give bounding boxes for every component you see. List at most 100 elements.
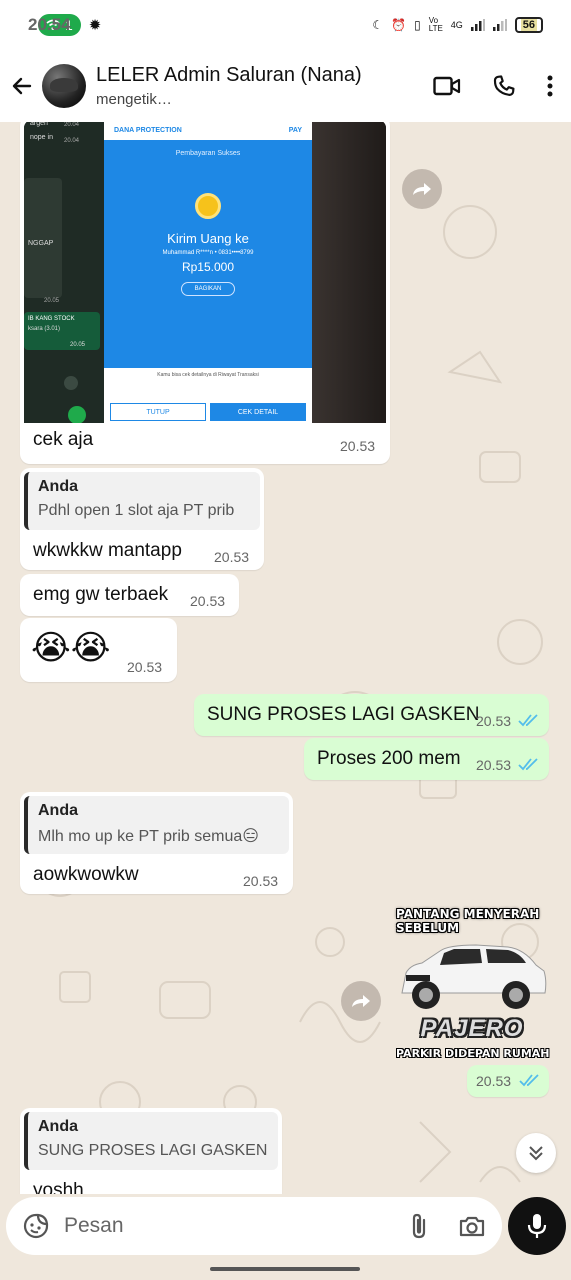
signal-2-icon: [492, 19, 507, 31]
attachment-icon[interactable]: [408, 1212, 430, 1240]
message-composer: Pesan: [6, 1197, 502, 1255]
emoji-text: 😭😭: [31, 629, 111, 667]
network-label: 4G: [450, 20, 463, 30]
message-time: 20.53: [476, 713, 512, 729]
message-time: 20.53: [190, 593, 226, 609]
scroll-to-bottom-button[interactable]: [516, 1133, 556, 1173]
side-text: argeh: [30, 122, 48, 127]
do-not-disturb-icon: ☾: [372, 18, 384, 32]
quote-text: SUNG PROSES LAGI GASKEN: [38, 1142, 268, 1159]
status-time: 20.54: [28, 15, 71, 34]
side-text: NGGAP: [28, 240, 54, 247]
receipt-note: Kamu bisa cek detailnya di Riwayat Trans…: [104, 368, 312, 383]
side-text: IB KANG STOCK: [28, 316, 75, 322]
message-bubble-incoming[interactable]: 😭😭 20.53: [20, 618, 177, 682]
receipt-heading: Kirim Uang ke: [167, 231, 249, 246]
camera-icon[interactable]: [458, 1214, 486, 1238]
forward-icon: [413, 183, 431, 195]
message-input[interactable]: Pesan: [64, 1214, 408, 1238]
message-text: emg gw terbaek: [33, 584, 169, 605]
message-text: yoshh: [33, 1180, 84, 1194]
sticker-brand-text: PAJERO: [420, 1015, 524, 1042]
quoted-message[interactable]: Anda Mlh mo up ke PT prib semua😑: [24, 796, 289, 854]
alarm-icon: ⏰: [391, 18, 407, 32]
success-icon: [195, 193, 221, 219]
voice-record-button[interactable]: [508, 1197, 566, 1255]
avatar[interactable]: [42, 64, 86, 108]
sticker-time-bubble: 20.53: [467, 1065, 549, 1097]
message-bubble-outgoing[interactable]: SUNG PROSES LAGI GASKEN 20.53: [194, 694, 549, 736]
payment-receipt: DANA PROTECTION PAY Pembayaran Sukses Ki…: [104, 122, 312, 423]
phone-call-icon[interactable]: [491, 73, 517, 99]
typing-status: mengetik…: [96, 91, 172, 108]
message-bubble-incoming[interactable]: emg gw terbaek 20.53: [20, 574, 239, 616]
right-blur: [312, 122, 386, 423]
mic-thumb: [68, 406, 86, 423]
chat-title: LELER Admin Saluran (Nana): [96, 64, 362, 86]
message-time: 20.53: [127, 659, 163, 675]
quoted-message[interactable]: Anda Pdhl open 1 slot aja PT prib: [24, 472, 260, 530]
message-text: aowkwowkw: [33, 864, 139, 885]
side-text: nope in: [30, 134, 53, 141]
message-text: cek aja: [33, 429, 94, 450]
quoted-message[interactable]: Anda SUNG PROSES LAGI GASKEN: [24, 1112, 278, 1170]
video-call-icon[interactable]: [433, 75, 461, 97]
read-ticks-icon: [518, 758, 538, 771]
read-ticks-icon: [518, 714, 538, 727]
scroll-badge: [64, 376, 78, 390]
battery-icon: 56: [514, 17, 543, 33]
message-bubble-incoming[interactable]: Anda SUNG PROSES LAGI GASKEN yoshh: [20, 1108, 282, 1194]
message-time: 20.53: [340, 438, 376, 454]
car-icon: [401, 944, 547, 1009]
gesture-navigation-bar: [210, 1267, 360, 1271]
receipt-amount: Rp15.000: [181, 260, 235, 274]
sticker-top-text: PANTANG MENYERAH SEBELUM: [396, 907, 540, 935]
read-ticks-icon: [519, 1074, 539, 1087]
screenshot-image[interactable]: argeh 20.04 nope in 20.04 NGGAP 20.05 IB…: [24, 122, 386, 423]
double-chevron-down-icon: [529, 1146, 543, 1161]
side-text: 20.05: [44, 298, 60, 304]
chat-title-block[interactable]: LELER Admin Saluran (Nana) mengetik…: [96, 64, 433, 108]
forward-button[interactable]: [341, 981, 381, 1021]
side-panel: [24, 178, 62, 298]
message-bubble-outgoing[interactable]: Proses 200 mem 20.53: [304, 738, 549, 780]
message-text: wkwkkw mantapp: [33, 540, 182, 561]
sticker-icon[interactable]: [22, 1212, 50, 1240]
image-message[interactable]: argeh 20.04 nope in 20.04 NGGAP 20.05 IB…: [20, 122, 390, 464]
receipt-recipient: Muhammad R****n • 0831••••8799: [162, 250, 254, 256]
forward-button[interactable]: [402, 169, 442, 209]
side-text: ksara (3.01): [28, 326, 61, 332]
quote-text: Mlh mo up ke PT prib semua😑: [38, 828, 259, 845]
close-receipt-button: TUTUP: [110, 403, 206, 421]
settings-gear-icon: ✹: [88, 17, 102, 34]
status-bar: 20.54 1 ✹ ☾ ⏰ ▯ Vo LTE 4G 56: [0, 0, 571, 50]
quote-author: Anda: [38, 1118, 78, 1135]
quote-text: Pdhl open 1 slot aja PT prib: [38, 502, 235, 519]
vibrate-icon: ▯: [414, 18, 421, 32]
pay-label: PAY: [288, 126, 302, 134]
more-options-icon[interactable]: [547, 75, 553, 97]
sticker-bottom-text: PARKIR DIDEPAN RUMAH: [396, 1047, 550, 1060]
message-text: Proses 200 mem: [317, 748, 461, 769]
chat-header: LELER Admin Saluran (Nana) mengetik…: [0, 50, 571, 122]
sticker-image[interactable]: PANTANG MENYERAH SEBELUM PAJERO PARKIR D…: [396, 907, 550, 1065]
back-button[interactable]: [4, 74, 40, 98]
message-text: SUNG PROSES LAGI GASKEN: [207, 704, 480, 725]
microphone-icon: [527, 1214, 547, 1238]
chat-area[interactable]: argeh 20.04 nope in 20.04 NGGAP 20.05 IB…: [0, 122, 571, 1194]
share-chip: BAGIKAN: [181, 282, 235, 296]
check-detail-button: CEK DETAIL: [210, 403, 306, 421]
message-time: 20.53: [214, 549, 250, 565]
brand-label: DANA PROTECTION: [114, 126, 182, 134]
side-text: 20.05: [70, 342, 86, 348]
signal-icon: [470, 19, 485, 31]
volte-label: Vo LTE: [428, 16, 443, 33]
forward-icon: [352, 995, 370, 1007]
side-text: 20.04: [64, 122, 80, 128]
payment-status: Pembayaran Sukses: [175, 150, 241, 157]
quote-author: Anda: [38, 478, 78, 495]
message-bubble-incoming[interactable]: Anda Mlh mo up ke PT prib semua😑 aowkwow…: [20, 792, 293, 894]
message-time: 20.53: [476, 1073, 512, 1089]
message-bubble-incoming[interactable]: Anda Pdhl open 1 slot aja PT prib wkwkkw…: [20, 468, 264, 570]
message-time: 20.53: [476, 757, 512, 773]
